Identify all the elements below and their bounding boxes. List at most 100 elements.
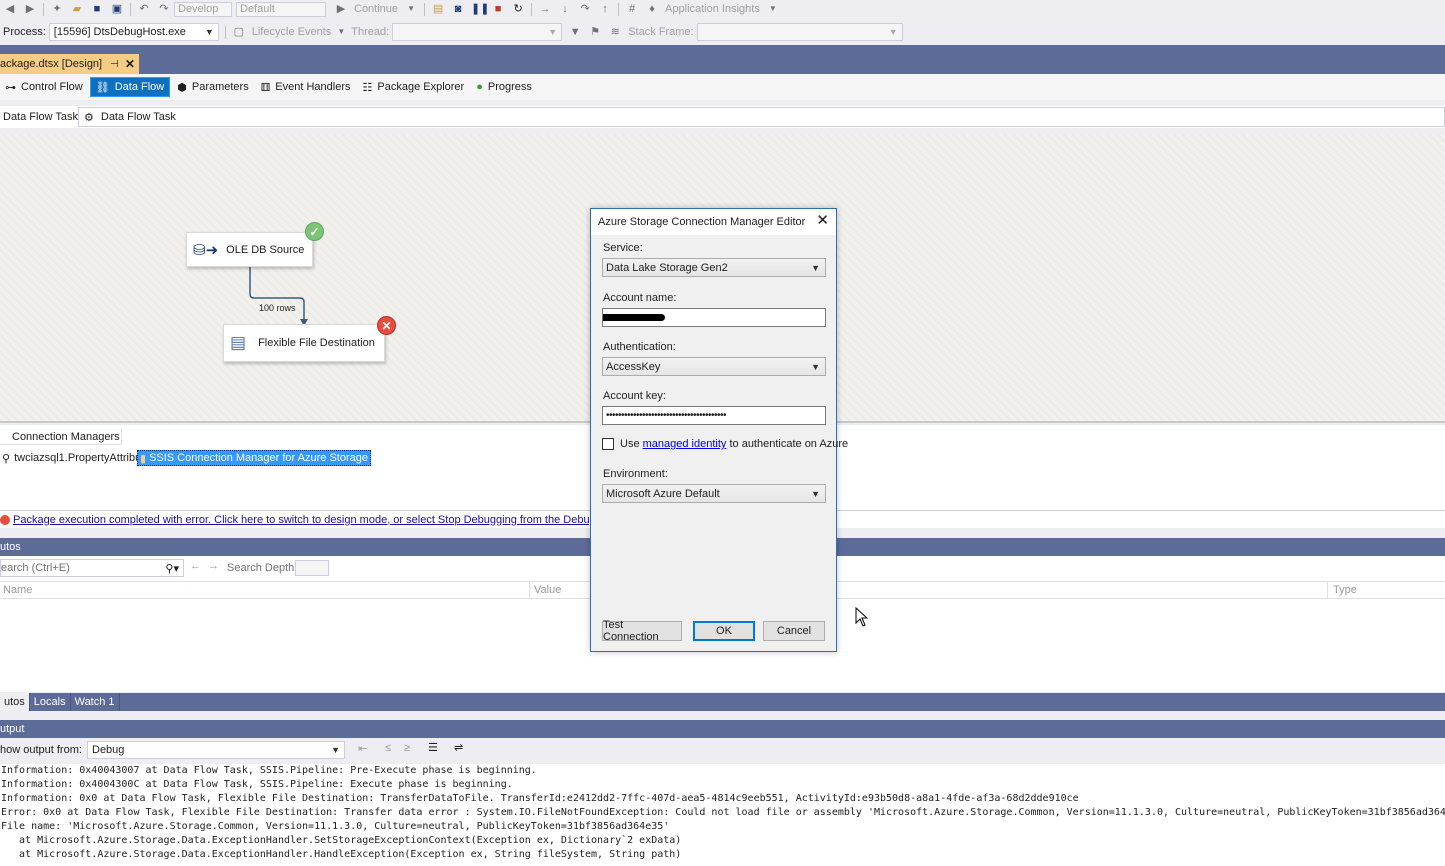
account-key-field[interactable]: •••••••••••••••••••••••••••••••••••••••• (602, 406, 826, 425)
next-message-icon[interactable]: ≥ (404, 742, 410, 754)
word-wrap-icon[interactable]: ⇌ (454, 741, 463, 754)
stack-frame-icon[interactable]: ≋ (608, 26, 622, 38)
output-line: Error: 0x0 at Data Flow Task, Flexible F… (1, 807, 1445, 818)
pause-icon[interactable]: ❚❚ (471, 3, 489, 15)
lightbulb-icon[interactable]: ♦ (645, 3, 659, 15)
stack-frame-combo[interactable]: ▼ (696, 23, 903, 41)
switch-to-design-mode-link[interactable]: Package execution completed with error. … (13, 514, 629, 526)
data-flow-task-bar: Data Flow Task: ⚙ Data Flow Task (0, 106, 1445, 128)
tab-parameters[interactable]: ⬢ Parameters (172, 77, 253, 97)
step-over-icon[interactable]: ↷ (578, 3, 592, 15)
tab-locals[interactable]: Locals (30, 693, 71, 711)
application-insights-button[interactable]: Application Insights (665, 3, 760, 15)
connection-managers-tab[interactable]: Connection Managers (0, 429, 122, 445)
autos-search-input[interactable]: earch (Ctrl+E) ⚲▾ (0, 559, 184, 577)
package-explorer-icon: ☷ (362, 81, 373, 94)
thread-label: Thread: (351, 26, 390, 38)
save-all-icon[interactable]: ▣ (110, 3, 124, 15)
search-icon[interactable]: ⚲▾ (165, 562, 179, 575)
cancel-button[interactable]: Cancel (763, 621, 825, 641)
ole-db-source-node[interactable]: ⛁➜ OLE DB Source (186, 232, 313, 267)
show-next-statement-icon[interactable]: → (538, 3, 552, 15)
toolbar-separator (618, 2, 620, 16)
tab-progress[interactable]: ● Progress (471, 77, 537, 97)
flexible-file-destination-label: Flexible File Destination (258, 337, 375, 349)
process-combo[interactable]: [15596] DtsDebugHost.exe ▼ (48, 23, 219, 41)
back-icon[interactable]: ◀ (3, 3, 17, 15)
connection-manager-item[interactable]: ⚲ twciazsql1.PropertyAttribute (2, 450, 150, 466)
test-connection-button[interactable]: Test Connection (602, 619, 682, 643)
redo-icon[interactable]: ↷ (157, 3, 171, 15)
save-icon[interactable]: ■ (90, 3, 104, 15)
search-depth-combo[interactable] (295, 560, 329, 576)
managed-identity-link[interactable]: managed identity (643, 438, 727, 450)
tab-control-flow[interactable]: ⊶ Control Flow (0, 77, 88, 97)
environment-select[interactable]: Microsoft Azure Default ▼ (602, 484, 826, 503)
output-source-combo[interactable]: Debug ▼ (87, 741, 345, 759)
process-label: Process: (3, 26, 46, 38)
connection-manager-item-selected[interactable]: ▮ SSIS Connection Manager for Azure Stor… (137, 450, 371, 466)
pin-icon[interactable]: ⊣ (110, 59, 119, 70)
filter-icon[interactable]: ▼ (568, 26, 582, 38)
azure-storage-connection-manager-editor-dialog: Azure Storage Connection Manager Editor … (590, 208, 848, 652)
continue-icon[interactable]: ▶ (334, 3, 348, 15)
flexible-file-destination-node[interactable]: ▤ Flexible File Destination (223, 324, 385, 362)
tab-data-flow[interactable]: ⛓ Data Flow (89, 77, 171, 97)
tab-package-explorer[interactable]: ☷ Package Explorer (358, 77, 470, 97)
service-select[interactable]: Data Lake Storage Gen2 ▼ (602, 258, 826, 277)
search-forward-icon[interactable]: → (208, 560, 219, 572)
mouse-cursor-icon (855, 607, 869, 627)
lifecycle-icon[interactable]: ▢ (232, 26, 246, 38)
control-flow-icon: ⊶ (5, 81, 16, 94)
close-icon[interactable]: ✕ (816, 213, 829, 229)
configuration-combo[interactable]: Develop (174, 1, 232, 17)
chevron-down-icon[interactable]: ▼ (337, 26, 345, 38)
designer-tabs: ⊶ Control Flow ⛓ Data Flow ⬢ Parameters ⚅ Event… (0, 74, 1445, 100)
document-tab[interactable]: ackage.dtsx [Design] ⊣ ✕ (0, 54, 139, 74)
value-column-header[interactable]: Value (534, 584, 561, 596)
chevron-down-icon: ▼ (811, 361, 820, 372)
hex-display-icon[interactable]: # (625, 3, 639, 15)
chevron-down-icon: ▼ (548, 27, 558, 37)
type-column-header[interactable]: Type (1333, 584, 1357, 596)
forward-icon[interactable]: ▶ (23, 3, 37, 15)
search-back-icon[interactable]: ← (190, 560, 201, 572)
chevron-down-icon: ▼ (331, 745, 340, 755)
chevron-down-icon[interactable]: ▼ (766, 3, 780, 15)
step-into-icon[interactable]: ↓ (558, 3, 572, 15)
output-line: Information: 0x0 at Data Flow Task, Flex… (1, 793, 1079, 804)
find-icon[interactable]: ▤ (431, 3, 445, 15)
undo-icon[interactable]: ↶ (137, 3, 151, 15)
flag-icon[interactable]: ⚑ (588, 26, 602, 38)
authentication-select[interactable]: AccessKey ▼ (602, 357, 826, 376)
previous-message-icon[interactable]: ≤ (385, 742, 391, 754)
platform-combo[interactable]: Default (236, 1, 326, 17)
chevron-down-icon[interactable]: ▼ (404, 3, 418, 15)
tab-event-handlers[interactable]: ⚅ Event Handlers (256, 77, 356, 97)
data-flow-task-combo[interactable]: ⚙ Data Flow Task (78, 107, 1445, 127)
rows-count-label: 100 rows (259, 303, 296, 313)
ok-button[interactable]: OK (693, 621, 755, 641)
screenshot-icon[interactable]: ◙ (451, 3, 465, 15)
name-column-header[interactable]: Name (3, 584, 32, 596)
restart-icon[interactable]: ↻ (511, 3, 525, 15)
tab-watch-1[interactable]: Watch 1 (71, 693, 120, 711)
output-text-area[interactable]: Information: 0x40043007 at Data Flow Tas… (0, 764, 1445, 866)
chevron-down-icon: ▼ (811, 488, 820, 499)
tab-label: Event Handlers (275, 81, 351, 93)
thread-combo[interactable]: ▼ (392, 23, 563, 41)
new-item-icon[interactable]: ✦ (50, 3, 64, 15)
close-icon[interactable]: ✕ (125, 57, 135, 71)
continue-button[interactable]: Continue (354, 3, 398, 15)
toolbar-separator (424, 2, 426, 16)
environment-label: Environment: (603, 468, 668, 480)
managed-identity-checkbox[interactable] (602, 438, 614, 450)
lifecycle-events-button[interactable]: Lifecycle Events (252, 26, 331, 38)
account-name-field[interactable] (602, 308, 826, 327)
find-message-icon[interactable]: ⇤ (358, 742, 367, 755)
open-folder-icon[interactable]: ▰ (70, 3, 84, 15)
tab-autos[interactable]: utos (0, 693, 30, 711)
step-out-icon[interactable]: ↑ (598, 3, 612, 15)
stop-icon[interactable]: ■ (491, 3, 505, 15)
clear-all-icon[interactable]: ☰ (428, 741, 438, 754)
